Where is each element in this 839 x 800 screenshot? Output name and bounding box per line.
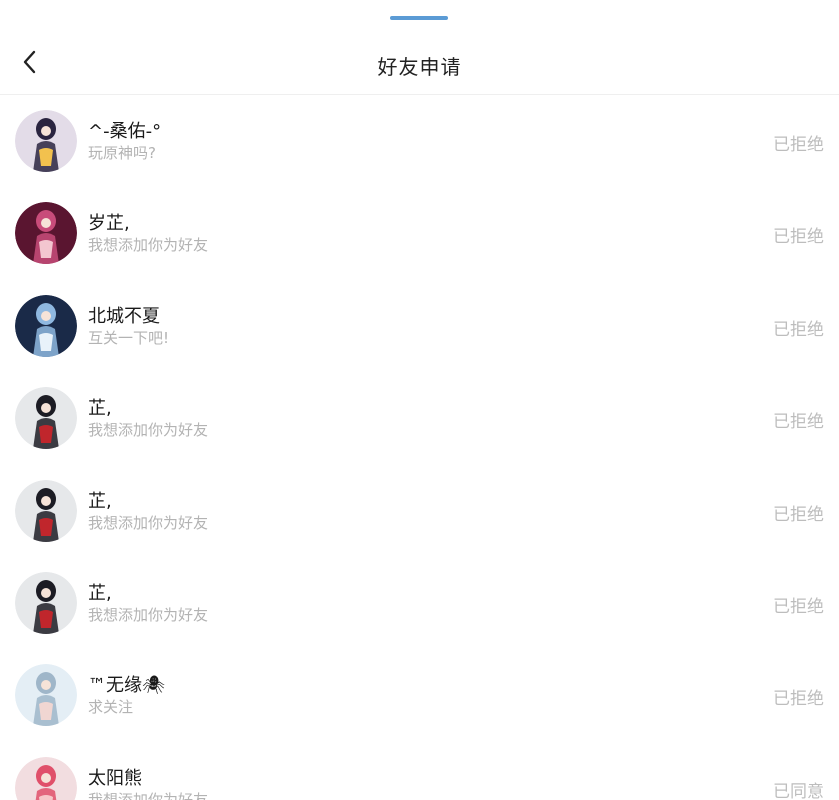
avatar[interactable] [15,387,77,450]
top-indicator-bar [390,16,448,20]
request-status-label: 已拒绝 [773,596,824,617]
request-status-label: 已拒绝 [773,689,824,710]
requester-name: 北城不夏 [88,305,160,327]
avatar[interactable] [15,479,77,542]
friend-request-list: ^-桑佑-° 玩原神吗? 已拒绝 岁芷, 我想添加你为好友 已拒绝 北城不夏 互关一下吧! 已拒… [0,95,839,800]
request-message: 互关一下吧! [88,328,170,347]
avatar[interactable] [15,110,77,172]
request-message: 我想添加你为好友 [88,513,209,532]
requester-name: 芷, [88,398,112,420]
request-message: 我想添加你为好友 [88,421,209,440]
request-message: 我想添加你为好友 [88,236,209,255]
friend-request-item[interactable]: 太阳熊 我想添加你为好友 已同意 [0,742,839,800]
friend-request-item[interactable]: ^-桑佑-° 玩原神吗? 已拒绝 [0,95,839,187]
requester-name: 太阳熊 [88,767,142,789]
friend-request-item[interactable]: 北城不夏 互关一下吧! 已拒绝 [0,280,839,372]
request-message: 我想添加你为好友 [88,790,209,800]
page-title: 好友申请 [377,55,462,79]
friend-request-item[interactable]: ™无缘🕷 求关注 已拒绝 [0,649,839,741]
request-status-label: 已拒绝 [773,412,824,433]
request-message: 玩原神吗? [88,144,156,162]
friend-request-item[interactable]: 芷, 我想添加你为好友 已拒绝 [0,465,839,557]
friend-request-item[interactable]: 芷, 我想添加你为好友 已拒绝 [0,557,839,649]
request-status-label: 已拒绝 [773,135,824,155]
requester-name: 岁芷, [88,213,130,235]
request-status-label: 已拒绝 [773,319,824,340]
request-message: 求关注 [88,698,134,717]
requester-name: ^-桑佑-° [88,121,162,142]
request-status-label: 已拒绝 [773,504,824,525]
request-message: 我想添加你为好友 [88,605,209,624]
avatar[interactable] [15,294,77,357]
header: 好友申请 [0,34,839,95]
avatar[interactable] [15,202,77,265]
requester-name: ™无缘🕷 [88,675,165,697]
requester-name: 芷, [88,582,112,604]
avatar[interactable] [15,664,77,727]
friend-request-item[interactable]: 岁芷, 我想添加你为好友 已拒绝 [0,187,839,279]
friend-request-item[interactable]: 芷, 我想添加你为好友 已拒绝 [0,372,839,464]
friend-requests-page: 好友申请 ^-桑佑-° 玩原神吗? 已拒绝 岁芷, 我想添加你为好友 已拒绝 北城不夏 互关一… [0,0,839,800]
request-status-label: 已同意 [773,781,824,800]
requester-name: 芷, [88,490,112,512]
request-status-label: 已拒绝 [773,227,824,248]
avatar[interactable] [15,756,77,800]
avatar[interactable] [15,571,77,634]
